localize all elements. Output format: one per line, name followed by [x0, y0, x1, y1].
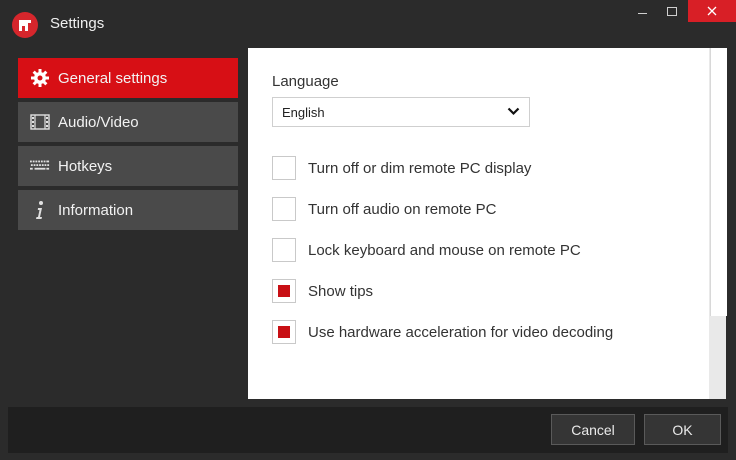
checked-mark [278, 326, 290, 338]
window-title: Settings [50, 15, 105, 32]
title-bar: Settings [0, 0, 736, 48]
film-icon [30, 112, 50, 132]
ok-button[interactable]: OK [644, 414, 721, 445]
language-label: Language [272, 73, 339, 90]
option-label: Use hardware acceleration for video deco… [308, 324, 614, 341]
minimize-icon [637, 12, 647, 14]
language-select[interactable]: English [272, 97, 530, 127]
sidebar-item-label: General settings [58, 70, 168, 87]
sidebar: General settings Audio/Video Hotkeys Inf… [18, 58, 238, 234]
show-tips-checkbox[interactable] [272, 279, 296, 303]
sidebar-item-information[interactable]: Information [18, 190, 238, 230]
sidebar-item-label: Information [58, 202, 134, 219]
option-label: Turn off audio on remote PC [308, 201, 497, 218]
turn-off-audio-checkbox[interactable] [272, 197, 296, 221]
info-icon [30, 200, 50, 220]
checked-mark [278, 285, 290, 297]
gear-icon [30, 68, 50, 88]
maximize-icon [667, 6, 677, 16]
close-icon [707, 6, 717, 16]
minimize-button[interactable] [628, 0, 656, 22]
option-label: Lock keyboard and mouse on remote PC [308, 242, 581, 259]
sidebar-item-audio-video[interactable]: Audio/Video [18, 102, 238, 142]
close-button[interactable] [688, 0, 736, 22]
maximize-button[interactable] [658, 0, 686, 22]
sidebar-item-label: Audio/Video [58, 114, 139, 131]
language-value: English [282, 105, 325, 120]
sidebar-item-general-settings[interactable]: General settings [18, 58, 238, 98]
lock-input-checkbox[interactable] [272, 238, 296, 262]
hardware-acceleration-checkbox[interactable] [272, 320, 296, 344]
chevron-down-icon [507, 107, 520, 116]
option-label: Show tips [308, 283, 374, 300]
option-label: Turn off or dim remote PC display [308, 160, 532, 177]
sidebar-item-hotkeys[interactable]: Hotkeys [18, 146, 238, 186]
dim-display-checkbox[interactable] [272, 156, 296, 180]
keyboard-icon [30, 156, 50, 176]
sidebar-item-label: Hotkeys [58, 158, 113, 175]
app-logo-icon [12, 12, 38, 38]
scrollbar-thumb[interactable] [710, 48, 727, 316]
settings-panel: Language English Turn off or dim remote … [248, 48, 726, 399]
footer-bar: Cancel OK [8, 407, 728, 453]
cancel-button[interactable]: Cancel [551, 414, 635, 445]
